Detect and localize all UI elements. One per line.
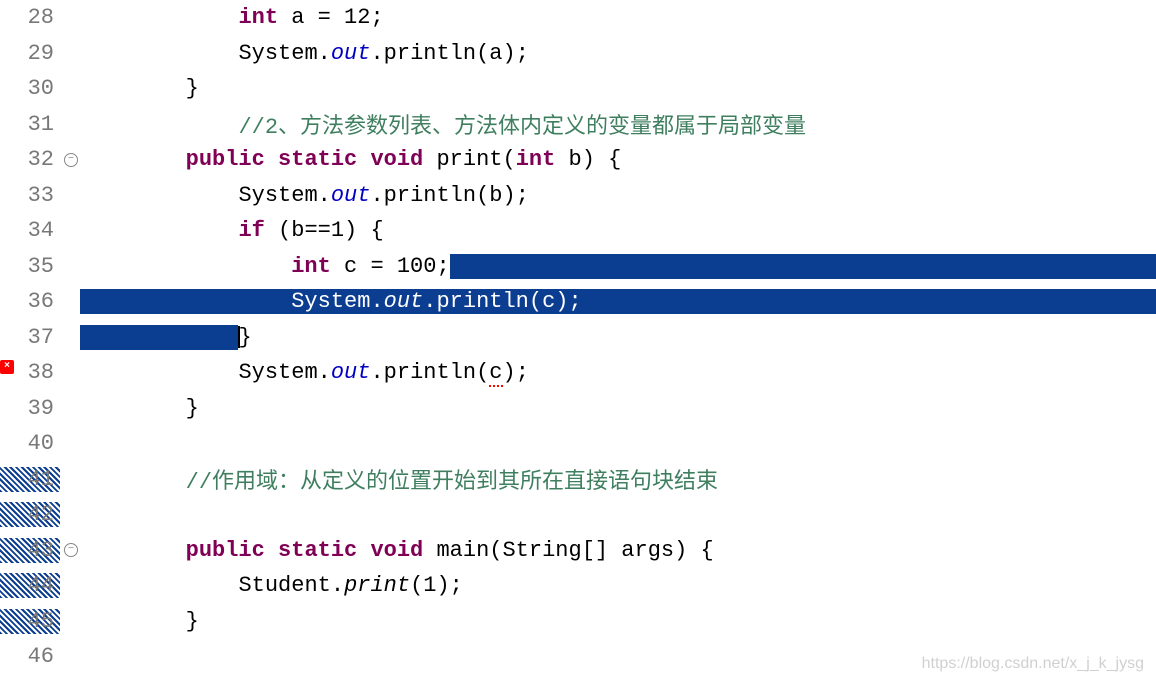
code-line[interactable]: 37 } — [0, 320, 1156, 356]
error-icon — [0, 360, 14, 374]
code-content[interactable]: System.out.println(c); — [80, 289, 1156, 314]
code-line[interactable]: 35 int c = 100; — [0, 249, 1156, 285]
code-editor[interactable]: 28 int a = 12;29 System.out.println(a);3… — [0, 0, 1156, 675]
code-line[interactable]: 30 } — [0, 71, 1156, 107]
code-content[interactable]: //作用域：从定义的位置开始到其所在直接语句块结束 — [80, 463, 1156, 495]
code-line[interactable]: 29 System.out.println(a); — [0, 36, 1156, 72]
code-line[interactable]: 39 } — [0, 391, 1156, 427]
code-content[interactable]: System.out.println(c); — [80, 360, 1156, 385]
code-content[interactable]: } — [80, 396, 1156, 421]
line-number: 28 — [0, 5, 60, 30]
code-content[interactable]: public static void print(int b) { — [80, 147, 1156, 172]
code-content[interactable]: } — [80, 76, 1156, 101]
code-content[interactable]: System.out.println(a); — [80, 41, 1156, 66]
line-number: 34 — [0, 218, 60, 243]
code-line[interactable]: 32− public static void print(int b) { — [0, 142, 1156, 178]
watermark: https://blog.csdn.net/x_j_k_jysg — [922, 655, 1144, 673]
line-number: 31 — [0, 112, 60, 137]
code-line[interactable]: 31 //2、方法参数列表、方法体内定义的变量都属于局部变量 — [0, 107, 1156, 143]
code-content[interactable]: System.out.println(b); — [80, 183, 1156, 208]
line-number: 43 — [0, 538, 60, 563]
code-content[interactable]: int c = 100; — [80, 254, 1156, 279]
fold-icon[interactable]: − — [64, 153, 78, 167]
code-line[interactable]: 41 //作用域：从定义的位置开始到其所在直接语句块结束 — [0, 462, 1156, 498]
line-number: 36 — [0, 289, 60, 314]
code-line[interactable]: 28 int a = 12; — [0, 0, 1156, 36]
line-number: 45 — [0, 609, 60, 634]
line-number: 33 — [0, 183, 60, 208]
line-number: 46 — [0, 644, 60, 669]
code-content[interactable]: if (b==1) { — [80, 218, 1156, 243]
code-content[interactable]: } — [80, 609, 1156, 634]
line-number: 44 — [0, 573, 60, 598]
code-line[interactable]: 40 — [0, 426, 1156, 462]
line-number: 29 — [0, 41, 60, 66]
line-number: 39 — [0, 396, 60, 421]
code-line[interactable]: 38 System.out.println(c); — [0, 355, 1156, 391]
code-line[interactable]: 36 System.out.println(c); — [0, 284, 1156, 320]
code-line[interactable]: 45 } — [0, 604, 1156, 640]
line-number: 32 — [0, 147, 60, 172]
fold-icon[interactable]: − — [64, 543, 78, 557]
code-content[interactable]: Student.print(1); — [80, 573, 1156, 598]
code-content[interactable]: public static void main(String[] args) { — [80, 538, 1156, 563]
line-number: 41 — [0, 467, 60, 492]
line-number: 37 — [0, 325, 60, 350]
line-number: 40 — [0, 431, 60, 456]
code-line[interactable]: 43− public static void main(String[] arg… — [0, 533, 1156, 569]
code-line[interactable]: 34 if (b==1) { — [0, 213, 1156, 249]
line-number: 30 — [0, 76, 60, 101]
code-line[interactable]: 42 — [0, 497, 1156, 533]
line-number: 42 — [0, 502, 60, 527]
line-number: 35 — [0, 254, 60, 279]
code-content[interactable]: int a = 12; — [80, 5, 1156, 30]
code-line[interactable]: 33 System.out.println(b); — [0, 178, 1156, 214]
code-content[interactable]: //2、方法参数列表、方法体内定义的变量都属于局部变量 — [80, 108, 1156, 140]
line-number: 38 — [0, 360, 60, 385]
code-content[interactable]: } — [80, 325, 1156, 350]
selection — [450, 254, 1156, 279]
code-line[interactable]: 44 Student.print(1); — [0, 568, 1156, 604]
